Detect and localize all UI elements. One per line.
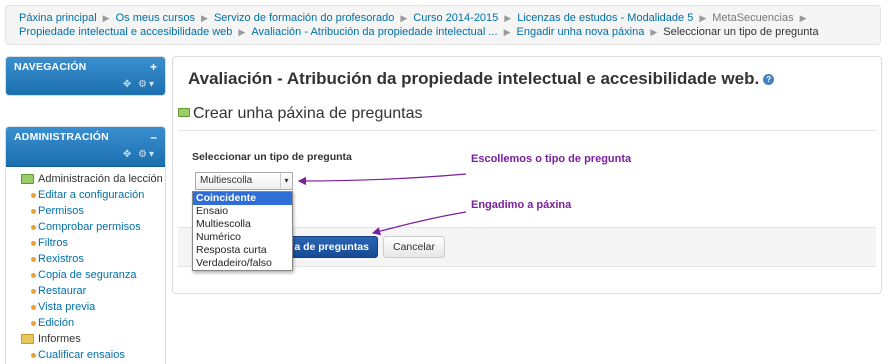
breadcrumb-home[interactable]: Páxina principal [19,12,97,24]
option-multichoice[interactable]: Multiescolla [193,218,292,231]
dropdown-arrow-icon[interactable]: ▾ [280,173,292,189]
option-essay[interactable]: Ensaio [193,205,292,218]
section-heading-text: Crear unha páxina de preguntas [193,105,423,122]
question-type-select[interactable]: Multiescolla ▾ [195,172,293,190]
admin-item-label: Restaurar [38,285,87,297]
admin-item-label: Comprobar permisos [38,221,141,233]
admin-item-permissions[interactable]: Permisos [18,203,165,219]
breadcrumb-separator-icon: ▶ [102,13,110,23]
add-page-icon [178,108,190,117]
breadcrumb: Páxina principal ▶ Os meus cursos ▶ Servizo … [5,5,881,45]
breadcrumb-current: Seleccionar un tipo de pregunta [663,26,819,38]
breadcrumb-separator-icon: ▶ [699,13,707,23]
collapse-icon[interactable]: – [150,130,157,144]
admin-item-grade-essays[interactable]: Cualificar ensaios [18,347,165,363]
breadcrumb-course-year[interactable]: Curso 2014-2015 [413,12,498,24]
question-type-label: Seleccionar un tipo de pregunta [192,151,352,163]
block-move-settings-icon[interactable]: ✥ ⚙▾ [123,149,156,160]
administration-block: ADMINISTRACIÓN – ✥ ⚙▾ Administración da … [5,126,166,364]
breadcrumb-training-service[interactable]: Servizo de formación do profesorado [214,12,394,24]
page-title: Avaliación - Atribución da propiedade in… [188,69,775,89]
admin-item-label: Editar a configuración [38,189,145,201]
admin-item-restore[interactable]: Restaurar [18,283,165,299]
admin-item-filters[interactable]: Filtros [18,235,165,251]
option-matching[interactable]: Coincidente [193,192,292,205]
admin-item-label: Cualificar ensaios [38,349,125,361]
administration-tree: Administración da lección Editar a confi… [6,167,165,363]
breadcrumb-separator-icon: ▶ [400,13,408,23]
admin-item-preview[interactable]: Vista previa [18,299,165,315]
admin-item-logs[interactable]: Rexistros [18,251,165,267]
breadcrumb-section[interactable]: Propiedade intelectual e accesibilidade … [19,26,232,38]
cancel-button[interactable]: Cancelar [383,236,445,258]
breadcrumb-separator-icon: ▶ [799,13,807,23]
admin-item-label: Vista previa [38,301,96,313]
admin-item-backup[interactable]: Copia de seguranza [18,267,165,283]
expand-icon[interactable]: + [150,60,157,74]
option-short-answer[interactable]: Resposta curta [193,244,292,257]
divider [178,130,876,131]
admin-item-edit[interactable]: Edición [18,315,165,331]
admin-item-label: Rexistros [38,253,84,265]
option-true-false[interactable]: Verdadeiro/falso [193,257,292,270]
option-numerical[interactable]: Numérico [193,231,292,244]
admin-item-label: Filtros [38,237,68,249]
question-type-options[interactable]: Coincidente Ensaio Multiescolla Numérico… [192,191,293,271]
breadcrumb-my-courses[interactable]: Os meus cursos [116,12,195,24]
reports-label: Informes [38,333,81,345]
tree-root-lesson-admin[interactable]: Administración da lección [18,171,165,187]
admin-item-check-permissions[interactable]: Comprobar permisos [18,219,165,235]
breadcrumb-lesson[interactable]: Avaliación - Atribución da propiedade in… [251,26,497,38]
breadcrumb-separator-icon: ▶ [503,27,511,37]
lesson-admin-icon [21,174,34,184]
breadcrumb-add-page[interactable]: Engadir unha nova páxina [517,26,645,38]
page-title-text: Avaliación - Atribución da propiedade in… [188,69,760,88]
section-heading: Crear unha páxina de preguntas [178,105,423,123]
folder-icon [21,334,34,344]
breadcrumb-separator-icon: ▶ [504,13,512,23]
admin-item-label: Permisos [38,205,84,217]
navigation-block-title: NAVEGACIÓN [14,61,87,73]
breadcrumb-separator-icon: ▶ [650,27,658,37]
admin-item-label: Edición [38,317,75,329]
annotation-add-page: Engadimo a páxina [471,199,572,211]
select-value: Multiescolla [200,175,253,186]
admin-item-reports[interactable]: Informes [18,331,165,347]
administration-block-header[interactable]: ADMINISTRACIÓN – ✥ ⚙▾ [6,127,165,167]
help-icon[interactable]: ? [763,74,775,85]
block-move-settings-icon[interactable]: ✥ ⚙▾ [123,79,156,90]
navigation-block: NAVEGACIÓN + ✥ ⚙▾ [5,56,166,96]
breadcrumb-separator-icon: ▶ [238,27,246,37]
admin-item-edit-settings[interactable]: Editar a configuración [18,187,165,203]
navigation-block-header[interactable]: NAVEGACIÓN + ✥ ⚙▾ [6,57,165,95]
breadcrumb-study-licenses[interactable]: Licenzas de estudos - Modalidade 5 [517,12,693,24]
administration-block-title: ADMINISTRACIÓN [14,131,109,143]
tree-root-label: Administración da lección [38,173,163,185]
breadcrumb-separator-icon: ▶ [201,13,208,23]
breadcrumb-metasecuencias: MetaSecuencias [712,12,794,24]
annotation-choose-type: Escollemos o tipo de pregunta [471,153,632,165]
admin-item-label: Copia de seguranza [38,269,137,281]
